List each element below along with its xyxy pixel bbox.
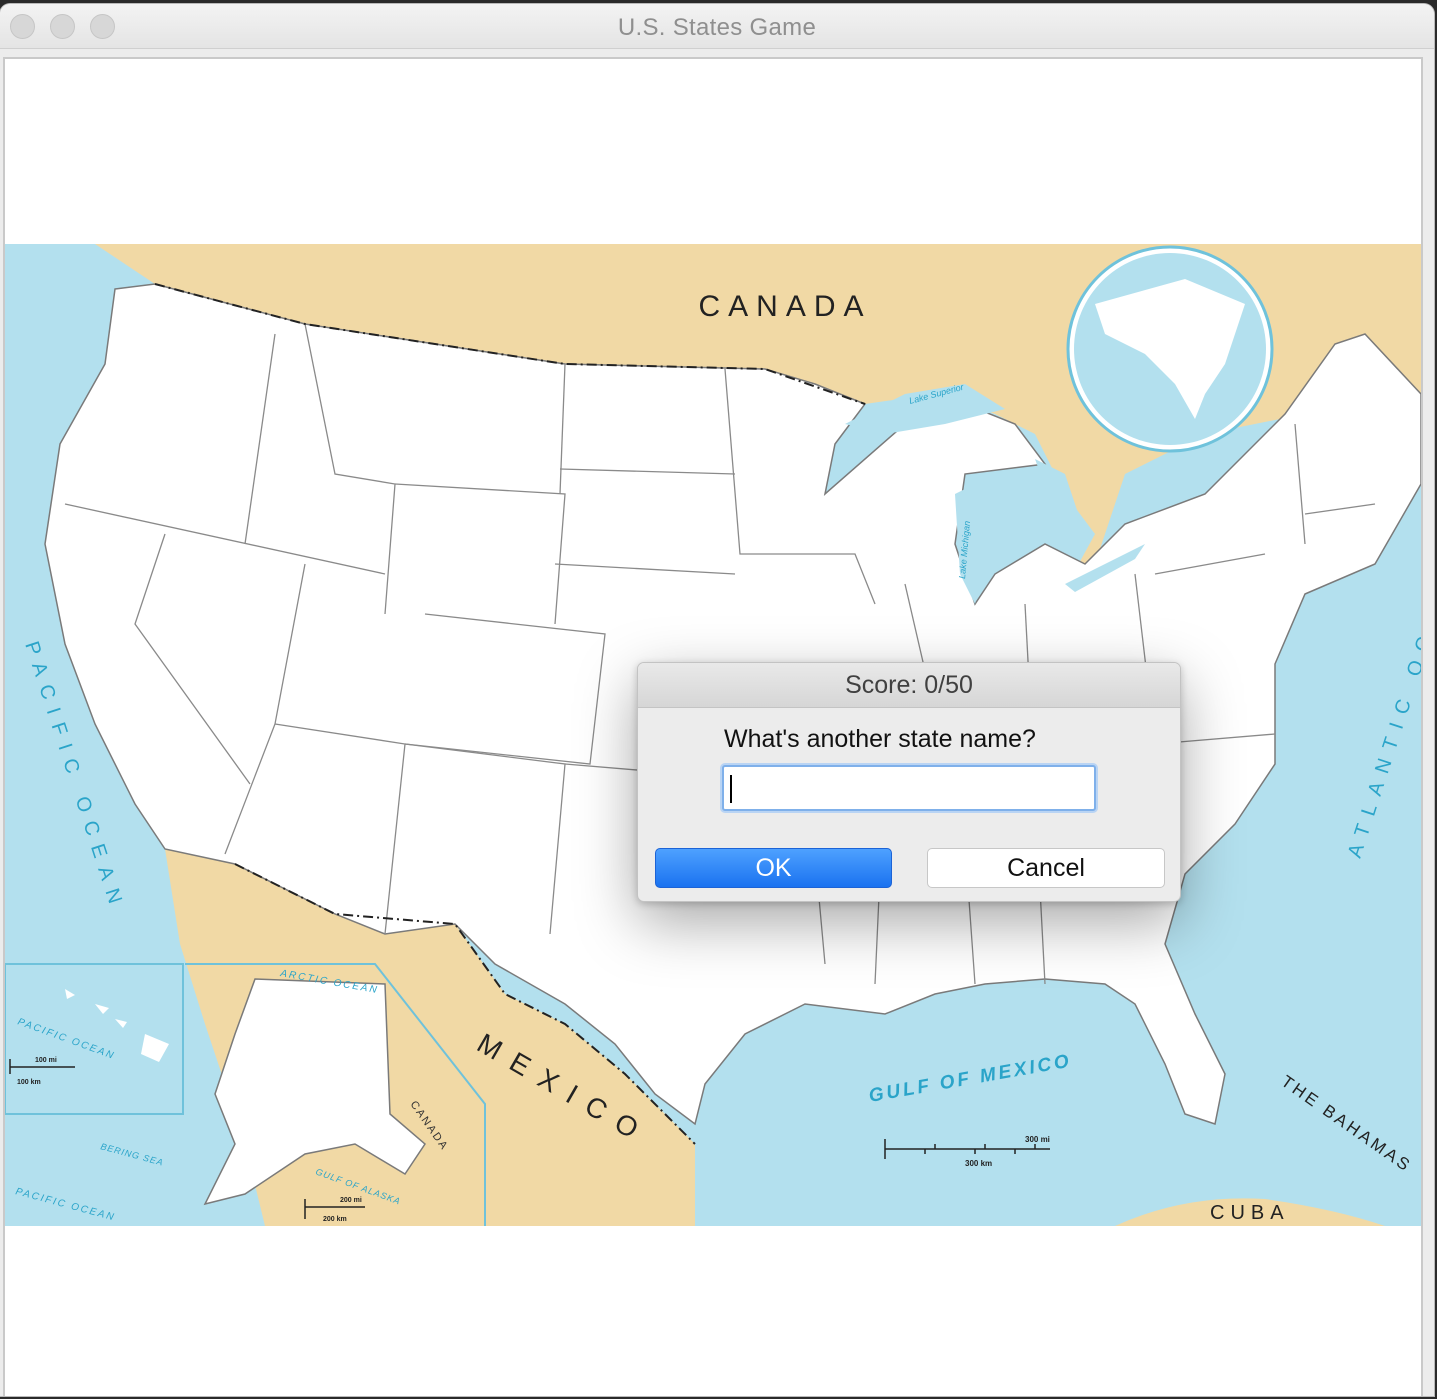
dialog-prompt: What's another state name? bbox=[724, 725, 1036, 753]
scale-main-mi: 300 mi bbox=[1025, 1135, 1050, 1144]
scale-hawaii-mi: 100 mi bbox=[35, 1057, 57, 1064]
scale-hawaii-km: 100 km bbox=[17, 1079, 41, 1086]
cancel-button[interactable]: Cancel bbox=[927, 848, 1165, 888]
text-caret bbox=[730, 775, 732, 803]
label-canada: CANADA bbox=[698, 290, 871, 323]
state-input-dialog: Score: 0/50 What's another state name? O… bbox=[637, 662, 1181, 902]
dialog-title[interactable]: Score: 0/50 bbox=[638, 663, 1180, 708]
ok-button[interactable]: OK bbox=[655, 848, 892, 888]
game-window: U.S. States Game CANADA MEXICO PACIFIC O… bbox=[0, 4, 1434, 1396]
state-name-input[interactable] bbox=[722, 765, 1096, 811]
scale-alaska-mi: 200 mi bbox=[340, 1197, 362, 1204]
scale-alaska-km: 200 km bbox=[323, 1216, 347, 1223]
scale-main-km: 300 km bbox=[965, 1159, 992, 1168]
window-titlebar[interactable]: U.S. States Game bbox=[0, 4, 1434, 49]
window-title: U.S. States Game bbox=[617, 14, 817, 41]
label-cuba: CUBA bbox=[1210, 1202, 1290, 1224]
